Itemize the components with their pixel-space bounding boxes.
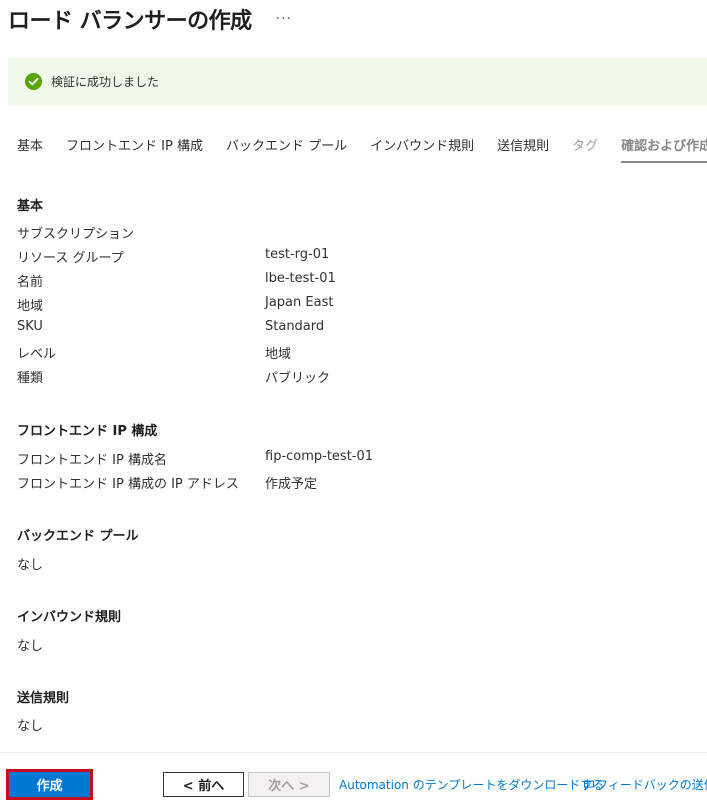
tab-inbound-rules[interactable]: インバウンド規則 — [370, 135, 474, 163]
tab-tags: タグ — [572, 139, 599, 154]
row-value: fip-comp-test-01 — [265, 449, 374, 464]
section-heading-frontend: フロントエンド IP 構成 — [17, 424, 158, 439]
row-value: 地域 — [265, 347, 292, 362]
page-title: ロード バランサーの作成 — [8, 9, 252, 34]
outbound-value: なし — [17, 719, 44, 734]
row-label: 地域 — [17, 299, 44, 314]
tab-basics[interactable]: 基本 — [17, 135, 43, 163]
title-bar: ロード バランサーの作成 ··· — [8, 4, 292, 34]
tab-backend-pool[interactable]: バックエンド プール — [226, 135, 347, 163]
row-value: lbe-test-01 — [265, 271, 336, 286]
tab-outbound-rules[interactable]: 送信規則 — [497, 135, 549, 163]
summary-row: レベル 地域 — [17, 343, 697, 363]
summary-row: 種類 パブリック — [17, 367, 697, 387]
row-label: 名前 — [17, 275, 44, 290]
tab-frontend-ip[interactable]: フロントエンド IP 構成 — [66, 135, 203, 163]
section-heading-inbound: インバウンド規則 — [17, 610, 122, 625]
summary-row: SKU Standard — [17, 319, 697, 339]
row-label: SKU — [17, 319, 43, 334]
row-value: 作成予定 — [265, 477, 318, 492]
section-heading-outbound: 送信規則 — [17, 691, 70, 706]
summary-row: 地域 Japan East — [17, 295, 697, 315]
row-value: test-rg-01 — [265, 247, 330, 262]
row-value: パブリック — [265, 371, 331, 386]
previous-button[interactable]: < 前へ — [163, 772, 244, 797]
more-options-button[interactable]: ··· — [276, 11, 292, 27]
section-heading-basics: 基本 — [17, 199, 44, 214]
summary-row: フロントエンド IP 構成の IP アドレス 作成予定 — [17, 473, 697, 493]
section-heading-backend: バックエンド プール — [17, 529, 139, 544]
automation-template-link[interactable]: Automation のテンプレートをダウンロードする — [339, 776, 604, 793]
summary-row: リソース グループ test-rg-01 — [17, 247, 697, 267]
check-circle-icon — [25, 73, 42, 90]
footer-divider — [0, 752, 707, 753]
row-label: リソース グループ — [17, 251, 124, 266]
create-button-highlight: 作成 — [6, 769, 93, 800]
create-button[interactable]: 作成 — [9, 772, 90, 797]
summary-row: フロントエンド IP 構成名 fip-comp-test-01 — [17, 449, 697, 469]
feedback-label: フィードバックの送信 — [596, 778, 707, 792]
row-label: サブスクリプション — [17, 227, 135, 242]
row-label: フロントエンド IP 構成の IP アドレス — [17, 477, 239, 492]
feedback-link[interactable]: フィードバックの送信 — [583, 776, 707, 793]
row-value: Japan East — [265, 295, 334, 310]
feedback-icon — [584, 780, 594, 791]
row-value: Standard — [265, 319, 325, 334]
banner-text: 検証に成功しました — [51, 75, 160, 89]
tab-review-create[interactable]: 確認および作成 — [621, 135, 707, 163]
row-label: レベル — [17, 347, 57, 362]
validation-banner: 検証に成功しました — [8, 58, 707, 105]
tab-bar: 基本 フロントエンド IP 構成 バックエンド プール インバウンド規則 送信規… — [17, 135, 707, 163]
row-label: 種類 — [17, 371, 44, 386]
next-button: 次へ > — [248, 772, 330, 797]
backend-value: なし — [17, 558, 44, 573]
row-label: フロントエンド IP 構成名 — [17, 453, 167, 468]
summary-row: 名前 lbe-test-01 — [17, 271, 697, 291]
inbound-value: なし — [17, 639, 44, 654]
summary-row: サブスクリプション — [17, 223, 697, 243]
